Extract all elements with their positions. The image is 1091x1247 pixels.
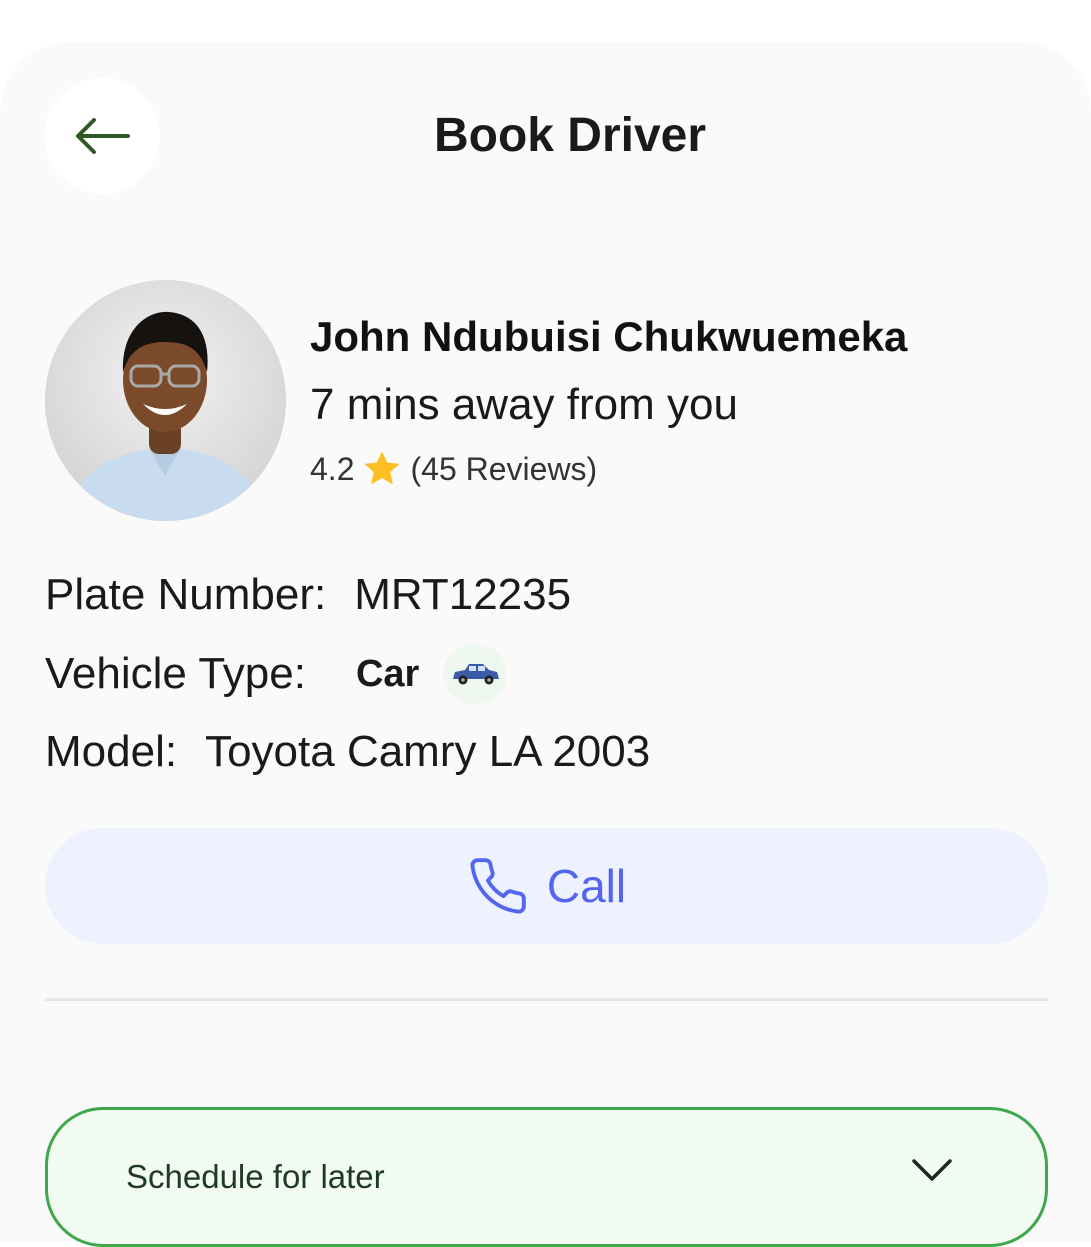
vehicle-type-label: Vehicle Type: [45, 649, 306, 698]
vehicle-type-row: Vehicle Type: Car [45, 644, 508, 704]
booking-sheet [0, 42, 1091, 1242]
vehicle-type-value: Car [355, 652, 420, 695]
driver-eta: 7 mins away from you [310, 380, 738, 429]
call-label: Call [546, 860, 627, 912]
plate-number-value: MRT12235 [354, 570, 572, 619]
model-value: Toyota Camry LA 2003 [205, 727, 651, 776]
model-label: Model: [45, 727, 178, 776]
page-title: Book Driver [433, 109, 707, 162]
car-icon [443, 644, 508, 704]
plate-number-label: Plate Number: [45, 570, 327, 619]
avatar [45, 280, 286, 521]
schedule-dropdown[interactable]: Schedule for later [45, 1107, 1048, 1247]
chevron-down-icon [912, 1159, 952, 1181]
phone-icon [470, 858, 526, 914]
rating-value: 4.2 [310, 450, 355, 487]
plate-number-row: Plate Number: MRT12235 [45, 570, 571, 620]
review-count: (45 Reviews) [410, 450, 598, 487]
schedule-label: Schedule for later [126, 1158, 385, 1195]
star-icon [364, 451, 400, 485]
driver-name: John Ndubuisi Chukwuemeka [310, 313, 908, 360]
rating-row: 4.2 (45 Reviews) [310, 450, 597, 488]
model-row: Model: Toyota Camry LA 2003 [45, 727, 650, 777]
divider [45, 998, 1048, 1001]
call-button[interactable]: Call [45, 828, 1048, 944]
